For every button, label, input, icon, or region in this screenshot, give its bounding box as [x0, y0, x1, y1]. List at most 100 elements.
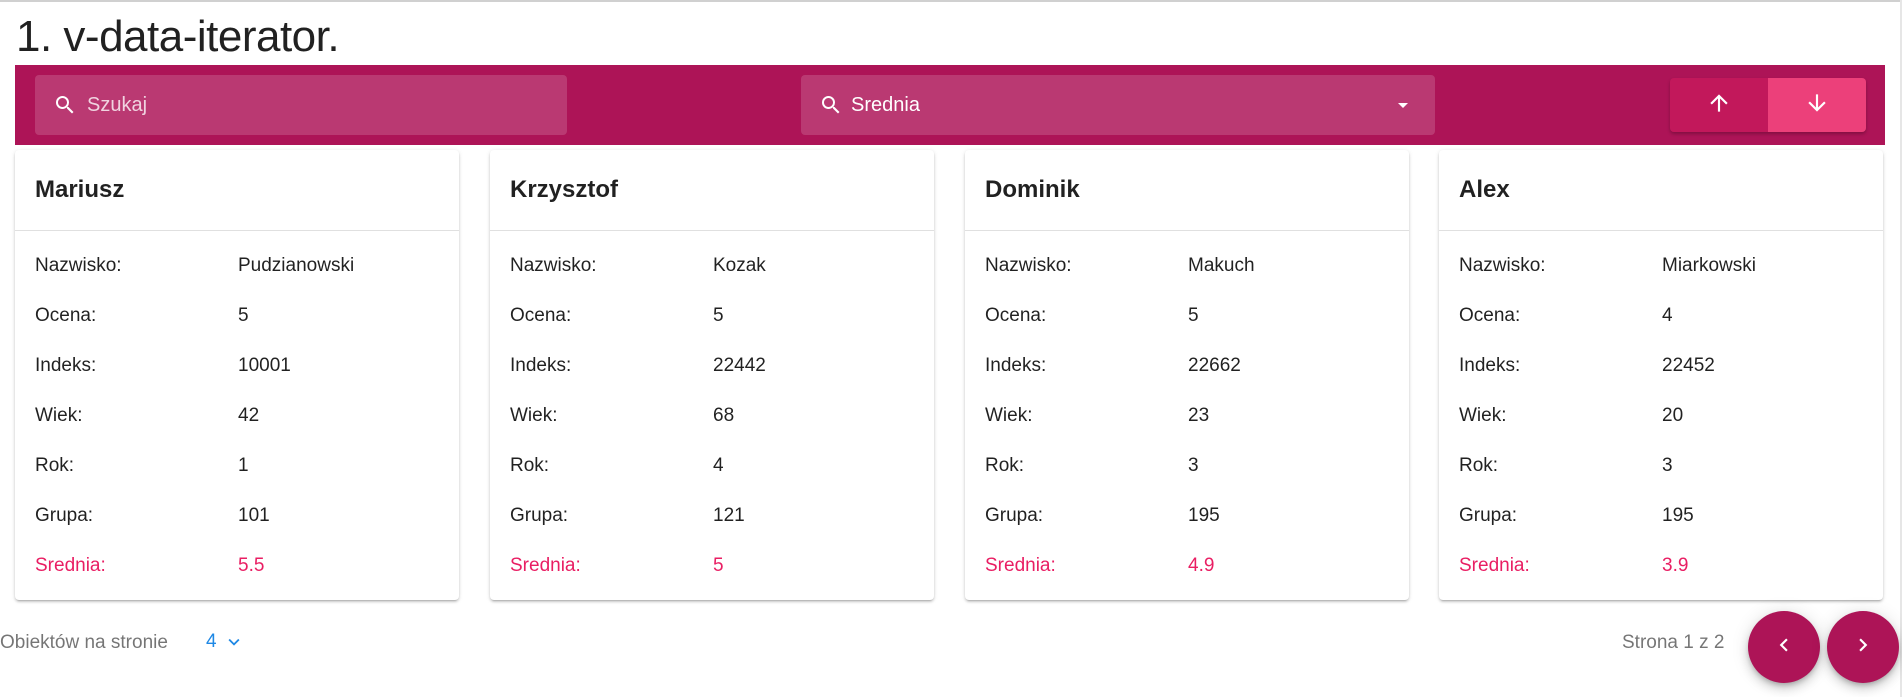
- field-value: 1: [238, 455, 249, 476]
- field-label: Ocena:: [1459, 305, 1521, 326]
- items-per-page-dropdown[interactable]: 4: [206, 631, 245, 653]
- field-label: Ocena:: [35, 305, 97, 326]
- field-value: 22452: [1662, 355, 1715, 376]
- field-label: Rok:: [1459, 455, 1499, 476]
- field-row-indeks: Indeks: 10001: [35, 351, 439, 381]
- items-per-page-value: 4: [206, 631, 217, 652]
- field-label: Srednia:: [1459, 555, 1530, 576]
- search-field[interactable]: [35, 75, 567, 135]
- field-label: Nazwisko:: [1459, 255, 1546, 276]
- field-value: 101: [238, 505, 270, 526]
- field-value: 10001: [238, 355, 291, 376]
- card-title: Krzysztof: [490, 150, 934, 231]
- field-label: Nazwisko:: [510, 255, 597, 276]
- field-label: Grupa:: [1459, 505, 1518, 526]
- sort-by-value: Srednia: [851, 93, 920, 116]
- field-label: Indeks:: [35, 355, 97, 376]
- chevron-left-icon: [1771, 632, 1797, 663]
- field-value: 23: [1188, 405, 1210, 426]
- field-label: Wiek:: [35, 405, 83, 426]
- field-row-srednia: Srednia: 5.5: [35, 551, 439, 581]
- field-label: Indeks:: [985, 355, 1047, 376]
- field-value: 3: [1188, 455, 1199, 476]
- field-row-wiek: Wiek: 42: [35, 401, 439, 431]
- field-value: 22662: [1188, 355, 1241, 376]
- field-label: Wiek:: [1459, 405, 1507, 426]
- field-value: 5: [713, 305, 724, 326]
- card-title: Alex: [1439, 150, 1883, 231]
- field-row-srednia: Srednia: 3.9: [1459, 551, 1863, 581]
- search-input[interactable]: [85, 84, 567, 126]
- field-row-ocena: Ocena: 5: [35, 301, 439, 331]
- field-value: 42: [238, 405, 260, 426]
- field-value: 121: [713, 505, 745, 526]
- field-value: 3: [1662, 455, 1673, 476]
- field-value: Kozak: [713, 255, 766, 276]
- student-card: Alex Nazwisko: Miarkowski Ocena: 4 Indeks:…: [1439, 150, 1883, 600]
- field-row-srednia: Srednia: 5: [510, 551, 914, 581]
- field-row-nazwisko: Nazwisko: Makuch: [985, 251, 1389, 281]
- field-row-wiek: Wiek: 23: [985, 401, 1389, 431]
- field-value: 68: [713, 405, 735, 426]
- field-row-rok: Rok: 1: [35, 451, 439, 481]
- field-value: 22442: [713, 355, 766, 376]
- field-row-ocena: Ocena: 5: [510, 301, 914, 331]
- field-row-nazwisko: Nazwisko: Kozak: [510, 251, 914, 281]
- student-card: Mariusz Nazwisko: Pudzianowski Ocena: 5 In…: [15, 150, 459, 600]
- chevron-down-icon: [223, 631, 245, 653]
- field-row-grupa: Grupa: 195: [985, 501, 1389, 531]
- sort-by-select[interactable]: Srednia: [801, 75, 1435, 135]
- next-page-button[interactable]: [1827, 611, 1899, 683]
- field-value: 5.5: [238, 555, 265, 576]
- items-per-page-label: Obiektów na stronie: [0, 632, 168, 653]
- field-value: 4.9: [1188, 555, 1215, 576]
- toolbar: Srednia: [15, 65, 1885, 145]
- field-label: Ocena:: [510, 305, 572, 326]
- field-row-wiek: Wiek: 68: [510, 401, 914, 431]
- field-row-wiek: Wiek: 20: [1459, 401, 1863, 431]
- page-indicator: Strona 1 z 2: [1622, 632, 1725, 653]
- field-value: Pudzianowski: [238, 255, 355, 276]
- field-label: Rok:: [985, 455, 1025, 476]
- field-row-ocena: Ocena: 5: [985, 301, 1389, 331]
- field-label: Nazwisko:: [35, 255, 122, 276]
- search-icon: [819, 93, 843, 117]
- field-label: Grupa:: [510, 505, 569, 526]
- sort-direction-toggle: [1670, 78, 1866, 132]
- field-value: 3.9: [1662, 555, 1689, 576]
- field-label: Srednia:: [510, 555, 581, 576]
- sort-descending-button[interactable]: [1768, 78, 1866, 132]
- field-value: Miarkowski: [1662, 255, 1756, 276]
- field-label: Ocena:: [985, 305, 1047, 326]
- field-label: Nazwisko:: [985, 255, 1072, 276]
- field-label: Rok:: [35, 455, 75, 476]
- field-value: 195: [1662, 505, 1694, 526]
- field-row-grupa: Grupa: 101: [35, 501, 439, 531]
- field-value: 4: [1662, 305, 1673, 326]
- student-card: Dominik Nazwisko: Makuch Ocena: 5 Indeks: 2…: [965, 150, 1409, 600]
- field-row-indeks: Indeks: 22442: [510, 351, 914, 381]
- field-value: 5: [1188, 305, 1199, 326]
- field-value: 5: [238, 305, 249, 326]
- field-row-indeks: Indeks: 22662: [985, 351, 1389, 381]
- field-row-nazwisko: Nazwisko: Pudzianowski: [35, 251, 439, 281]
- arrow-up-icon: [1706, 90, 1732, 121]
- field-row-nazwisko: Nazwisko: Miarkowski: [1459, 251, 1863, 281]
- field-value: 5: [713, 555, 724, 576]
- field-row-ocena: Ocena: 4: [1459, 301, 1863, 331]
- field-label: Grupa:: [35, 505, 94, 526]
- field-value: 195: [1188, 505, 1220, 526]
- field-label: Srednia:: [985, 555, 1056, 576]
- field-row-srednia: Srednia: 4.9: [985, 551, 1389, 581]
- field-label: Indeks:: [510, 355, 572, 376]
- arrow-down-icon: [1804, 90, 1830, 121]
- field-row-grupa: Grupa: 195: [1459, 501, 1863, 531]
- field-label: Rok:: [510, 455, 550, 476]
- field-row-rok: Rok: 3: [1459, 451, 1863, 481]
- card-title: Mariusz: [15, 150, 459, 231]
- previous-page-button[interactable]: [1748, 611, 1820, 683]
- field-label: Indeks:: [1459, 355, 1521, 376]
- caret-down-icon[interactable]: [1391, 93, 1415, 117]
- sort-ascending-button[interactable]: [1670, 78, 1768, 132]
- top-border: [0, 0, 1902, 2]
